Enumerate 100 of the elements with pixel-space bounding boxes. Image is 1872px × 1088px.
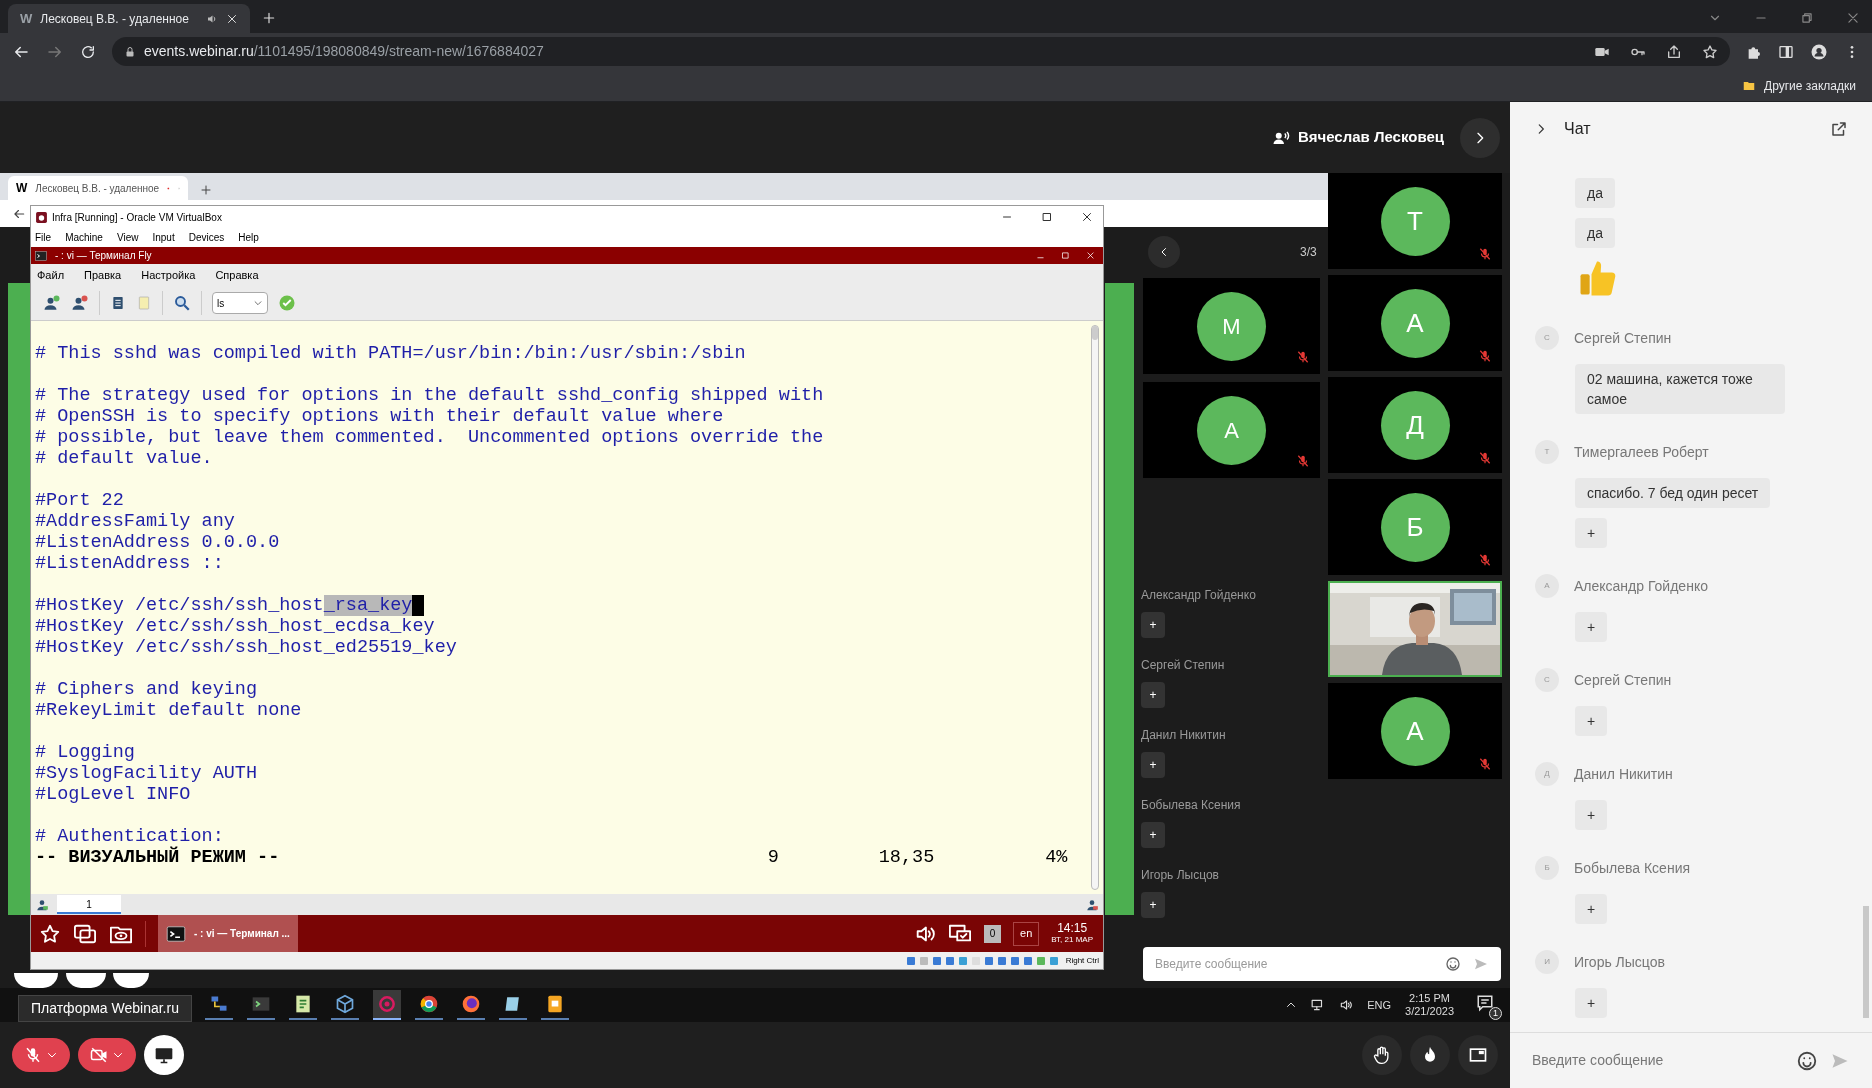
close-icon[interactable] xyxy=(1081,211,1093,223)
microphone-button[interactable] xyxy=(12,1038,70,1072)
code-line: # Logging xyxy=(35,742,135,763)
avatar: М xyxy=(1197,291,1266,361)
scrollbar-thumb[interactable] xyxy=(1092,326,1098,340)
author-name: Игорь Лысцов xyxy=(1574,952,1665,972)
raise-hand-button[interactable] xyxy=(1362,1035,1402,1075)
site-logo: W xyxy=(16,182,28,194)
mode-indicator: -- ВИЗУАЛЬНЫЙ РЕЖИМ -- xyxy=(35,847,281,868)
message-bubble: + xyxy=(1575,518,1608,548)
host-key-label: Right Ctrl xyxy=(1065,954,1099,967)
participant-name: Игорь Лысцов xyxy=(1141,867,1220,884)
code-line: #HostKey /etc/ssh/ssh_host_ed25519_key xyxy=(35,637,457,658)
code-line: #ListenAddress :: xyxy=(35,553,224,574)
message-bubble: спасибо. 7 бед один ресет xyxy=(1575,478,1771,508)
plus-button[interactable]: + xyxy=(1141,892,1165,918)
participant-name: Александр Гойденко xyxy=(1141,587,1256,604)
screen-share-button[interactable] xyxy=(144,1035,184,1075)
author-name: Александр Гойденко xyxy=(1574,576,1708,596)
tab-title: Лесковец В.В. - удаленное xyxy=(35,181,160,196)
status-icon[interactable] xyxy=(996,955,1007,966)
layout-icon xyxy=(1468,1045,1488,1065)
status-icon[interactable] xyxy=(1009,955,1020,966)
browser-tab[interactable]: W Лесковец В.В. - удаленное xyxy=(8,176,188,200)
status-icon[interactable] xyxy=(983,955,994,966)
profile-icon[interactable] xyxy=(1810,42,1828,61)
plus-button[interactable]: + xyxy=(1141,752,1165,778)
reload-icon[interactable] xyxy=(80,43,96,60)
status-icon[interactable] xyxy=(1022,955,1033,966)
address-bar[interactable]: events.webinar.ru/1101495/198080849/stream-new/1676884027 xyxy=(112,37,1730,66)
status-icon[interactable] xyxy=(905,955,916,966)
close-icon[interactable] xyxy=(1086,251,1095,260)
menu-item[interactable]: Input xyxy=(152,230,175,245)
document-icon xyxy=(293,994,313,1014)
clock-date: 3/21/2023 xyxy=(1405,1005,1454,1018)
session-icon[interactable] xyxy=(1085,897,1099,912)
emoji-icon[interactable] xyxy=(1796,1049,1818,1072)
terminal-tab[interactable]: 1 xyxy=(57,895,121,914)
windows-icon[interactable] xyxy=(73,922,97,945)
message-bubble: 02 машина, кажется тоже самое xyxy=(1575,364,1785,414)
menu-item[interactable]: Файл xyxy=(37,266,65,284)
plus-button[interactable]: + xyxy=(1141,822,1165,848)
taskbar-task[interactable]: - : vi — Терминал ... xyxy=(158,915,298,952)
browser-tab[interactable]: W Лесковец В.В. - удаленное xyxy=(8,4,250,33)
emoji-icon[interactable] xyxy=(1445,956,1461,972)
menu-item[interactable]: Справка xyxy=(215,266,259,284)
menu-item[interactable]: Machine xyxy=(65,230,103,245)
status-icon[interactable] xyxy=(957,955,968,966)
menu-item[interactable]: Правка xyxy=(84,266,122,284)
plus-button[interactable]: + xyxy=(1141,682,1165,708)
menu-item[interactable]: File xyxy=(35,230,52,245)
external-link-icon[interactable] xyxy=(1830,120,1848,138)
counter-badge[interactable]: 0 xyxy=(984,924,1002,943)
status-icon[interactable] xyxy=(1048,955,1059,966)
close-icon[interactable] xyxy=(226,12,238,25)
add-session-icon[interactable] xyxy=(43,294,61,312)
bookmark-folder[interactable]: Другие закладки xyxy=(1738,76,1860,95)
status-icon[interactable] xyxy=(931,955,942,966)
menu-item[interactable]: Devices xyxy=(188,230,225,245)
code-line: #Port 22 xyxy=(35,490,124,511)
muted-mic-icon xyxy=(24,1046,42,1064)
maximize-icon[interactable] xyxy=(1061,251,1070,260)
plus-button[interactable]: + xyxy=(1141,612,1165,638)
star-icon[interactable] xyxy=(39,922,61,945)
message-field[interactable]: Введите сообщение xyxy=(1510,1032,1872,1088)
layout-button[interactable] xyxy=(1458,1035,1498,1075)
message-bubble: да xyxy=(1575,178,1615,208)
message-bubble: + xyxy=(1575,612,1608,642)
avatar: А xyxy=(1380,288,1450,358)
notification-icon[interactable] xyxy=(1476,994,1494,1012)
camera-button[interactable] xyxy=(78,1038,136,1072)
menu-item[interactable]: Help xyxy=(238,230,259,245)
session-icon[interactable] xyxy=(35,897,49,912)
new-tab-icon[interactable] xyxy=(200,184,212,196)
placeholder-text: Введите сообщение xyxy=(1155,956,1269,973)
volume-icon[interactable] xyxy=(1339,998,1354,1012)
command-dropdown[interactable]: ls xyxy=(212,292,268,314)
layout-indicator[interactable]: en xyxy=(1013,921,1040,946)
avatar: Т xyxy=(1380,186,1450,256)
star-icon[interactable] xyxy=(1702,43,1718,60)
reaction-button[interactable] xyxy=(1410,1035,1450,1075)
side-panel-icon[interactable] xyxy=(1778,43,1794,60)
share-icon[interactable] xyxy=(1666,43,1682,60)
menu-item[interactable]: View xyxy=(116,230,139,245)
status-icon[interactable] xyxy=(944,955,955,966)
remove-session-icon[interactable] xyxy=(71,294,89,312)
author-name: Тимергалеев Роберт xyxy=(1574,442,1709,462)
menu-item[interactable]: Настройка xyxy=(141,266,196,284)
maximize-icon[interactable] xyxy=(1041,211,1053,223)
code-line: #LogLevel INFO xyxy=(35,784,191,805)
copy-icon[interactable] xyxy=(110,294,126,312)
code-line: #HostKey /etc/ssh/ssh_host_ecdsa_key xyxy=(35,616,435,637)
scrollbar-thumb[interactable] xyxy=(1863,906,1869,1018)
restore-icon[interactable] xyxy=(1800,11,1814,25)
notification-count: 1 xyxy=(1489,1007,1502,1020)
language-indicator[interactable]: ENG xyxy=(1367,996,1392,1014)
network-icon xyxy=(209,994,229,1014)
code-line: # OpenSSH is to specify options with their default value where xyxy=(35,406,724,427)
message-bubble: + xyxy=(1575,988,1608,1018)
search-icon[interactable] xyxy=(173,294,191,312)
